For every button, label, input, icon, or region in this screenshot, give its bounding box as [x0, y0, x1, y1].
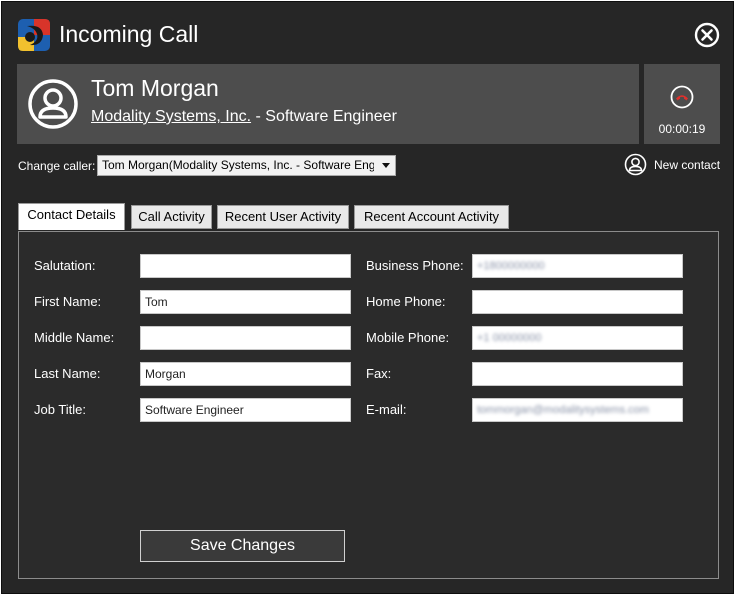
last-name-label: Last Name: — [34, 366, 101, 381]
hangup-icon — [670, 85, 694, 109]
salutation-field[interactable] — [140, 254, 351, 278]
caller-company-link[interactable]: Modality Systems, Inc. — [91, 108, 251, 125]
tab-call-activity[interactable]: Call Activity — [131, 205, 212, 229]
middle-name-label: Middle Name: — [34, 330, 115, 345]
title-bar: Incoming Call — [2, 2, 733, 62]
incoming-call-window: Incoming Call Tom Morgan Modality System… — [1, 1, 734, 594]
save-changes-button[interactable]: Save Changes — [140, 530, 345, 562]
mobile-phone-value: +1 00000000 — [477, 332, 542, 344]
new-contact-icon — [624, 153, 647, 176]
job-title-field[interactable] — [140, 398, 351, 422]
tab-contact-details[interactable]: Contact Details — [18, 203, 125, 230]
window-title: Incoming Call — [59, 21, 199, 47]
caller-info-panel: Tom Morgan Modality Systems, Inc. - Soft… — [17, 64, 639, 144]
last-name-field[interactable] — [140, 362, 351, 386]
mobile-phone-label: Mobile Phone: — [366, 330, 450, 345]
home-phone-label: Home Phone: — [366, 294, 446, 309]
new-contact-label: New contact — [654, 158, 721, 172]
email-value: tommorgan@modalitysystems.com — [477, 404, 649, 416]
close-icon[interactable] — [694, 22, 720, 48]
caller-name: Tom Morgan — [91, 75, 219, 101]
change-caller-label: Change caller: — [18, 159, 96, 173]
chevron-down-icon — [382, 163, 390, 168]
tab-recent-account-activity[interactable]: Recent Account Activity — [354, 205, 509, 229]
contact-details-panel: Salutation: First Name: Middle Name: Las… — [18, 231, 719, 579]
job-title-label: Job Title: — [34, 402, 87, 417]
salutation-label: Salutation: — [34, 258, 96, 273]
contact-avatar-icon — [28, 79, 78, 129]
hangup-button[interactable]: 00:00:19 — [644, 64, 720, 144]
business-phone-label: Business Phone: — [366, 258, 464, 273]
fax-field[interactable] — [472, 362, 683, 386]
business-phone-value: +1800000000 — [477, 260, 545, 272]
middle-name-field[interactable] — [140, 326, 351, 350]
app-logo-icon — [18, 19, 50, 51]
first-name-field[interactable] — [140, 290, 351, 314]
mobile-phone-field[interactable]: +1 00000000 — [472, 326, 683, 350]
caller-role: - Software Engineer — [251, 108, 397, 125]
caller-subtitle: Modality Systems, Inc. - Software Engine… — [91, 107, 397, 127]
tab-recent-user-activity[interactable]: Recent User Activity — [217, 205, 349, 229]
change-caller-dropdown[interactable]: Tom Morgan(Modality Systems, Inc. - Soft… — [97, 155, 396, 176]
call-timer: 00:00:19 — [658, 122, 706, 136]
home-phone-field[interactable] — [472, 290, 683, 314]
email-field[interactable]: tommorgan@modalitysystems.com — [472, 398, 683, 422]
fax-label: Fax: — [366, 366, 392, 381]
email-label: E-mail: — [366, 402, 407, 417]
business-phone-field[interactable]: +1800000000 — [472, 254, 683, 278]
first-name-label: First Name: — [34, 294, 102, 309]
change-caller-selected: Tom Morgan(Modality Systems, Inc. - Soft… — [102, 158, 374, 172]
